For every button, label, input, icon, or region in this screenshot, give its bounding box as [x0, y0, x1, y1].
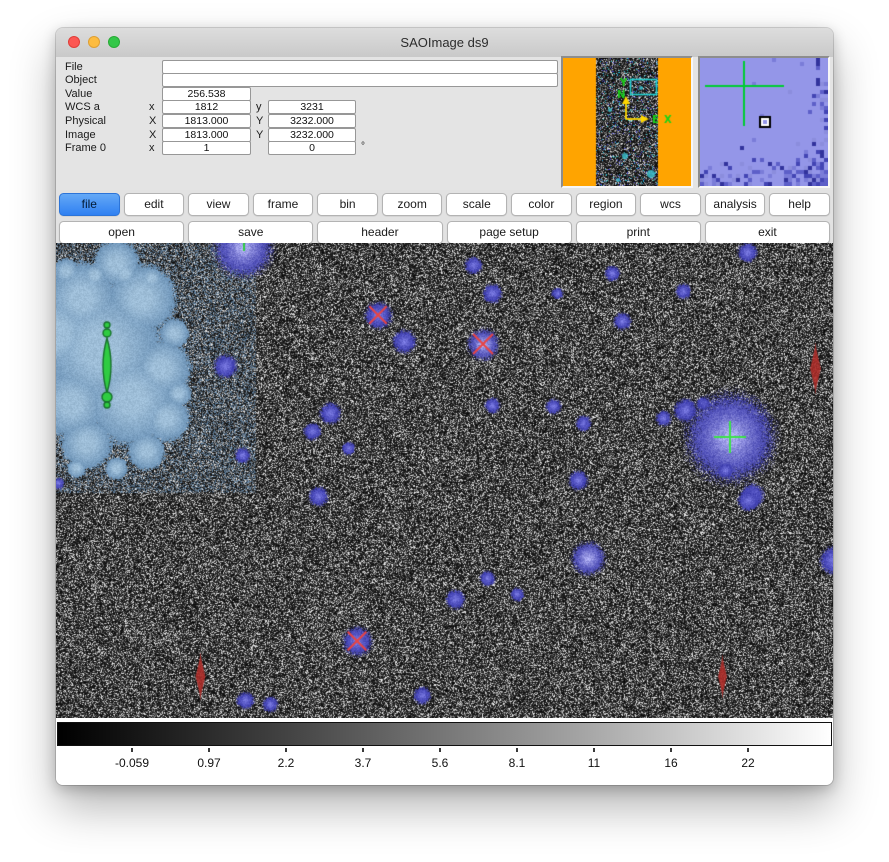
colorbar-tick-label: -0.059 [97, 756, 167, 770]
colorbar-tick-label: 16 [636, 756, 706, 770]
menu-button-wcs[interactable]: wcs [640, 193, 701, 216]
menu-button-region[interactable]: region [576, 193, 637, 216]
colorbar-tick-label: 2.2 [251, 756, 321, 770]
degree-suffix: ° [361, 141, 365, 152]
menu-button-exit[interactable]: exit [705, 221, 830, 244]
colorbar-tick [131, 748, 133, 752]
info-field[interactable]: 3232.000 [268, 128, 356, 142]
info-field[interactable]: 1813.000 [162, 128, 251, 142]
menu-button-page-setup[interactable]: page setup [447, 221, 572, 244]
colorbar-tick [285, 748, 287, 752]
menu-button-header[interactable]: header [317, 221, 442, 244]
info-row-physical: Physical X 1813.000 Y 3232.000 [56, 114, 561, 128]
colorbar-tick [670, 748, 672, 752]
axis-label: y [256, 101, 262, 113]
info-row-wcs-a: WCS a x 1812 y 3231 [56, 100, 561, 114]
colorbar-tick-label: 5.6 [405, 756, 475, 770]
colorbar-tick-label: 0.97 [174, 756, 244, 770]
axis-label: Y [256, 129, 263, 141]
info-row-image: Image X 1813.000 Y 3232.000 [56, 128, 561, 142]
menu-button-file[interactable]: file [59, 193, 120, 216]
info-row-label: Physical [65, 115, 106, 127]
colorbar-tick [593, 748, 595, 752]
panner-canvas[interactable] [563, 58, 691, 186]
info-field[interactable]: 0 [268, 141, 356, 155]
menu-bar: fileeditviewframebinzoomscalecolorregion… [56, 190, 833, 243]
colorbar-tick [516, 748, 518, 752]
colorbar-tick-label: 22 [713, 756, 783, 770]
info-row-label: Value [65, 88, 92, 100]
menu-button-save[interactable]: save [188, 221, 313, 244]
magnifier-canvas [700, 58, 828, 186]
info-row-frame-0: Frame 0 x1 0 ° [56, 141, 561, 155]
colorbar-tick-label: 8.1 [482, 756, 552, 770]
axis-label: Y [256, 115, 263, 127]
menu-button-bin[interactable]: bin [317, 193, 378, 216]
info-row-label: Frame 0 [65, 142, 106, 154]
info-field[interactable]: 256.538 [162, 87, 251, 101]
menu-button-color[interactable]: color [511, 193, 572, 216]
menu-row-primary: fileeditviewframebinzoomscalecolorregion… [56, 193, 833, 216]
menu-button-frame[interactable]: frame [253, 193, 314, 216]
axis-label: x [149, 142, 155, 154]
colorbar-tick [362, 748, 364, 752]
info-field[interactable]: 1812 [162, 100, 251, 114]
menu-row-secondary: opensaveheaderpage setupprintexit [56, 221, 833, 244]
axis-label: X [149, 115, 156, 127]
axis-label: X [149, 129, 156, 141]
menu-button-zoom[interactable]: zoom [382, 193, 443, 216]
info-field[interactable] [162, 60, 558, 74]
panner-frame [561, 56, 693, 188]
menu-button-scale[interactable]: scale [446, 193, 507, 216]
image-display-canvas[interactable] [56, 243, 833, 718]
info-field[interactable]: 3231 [268, 100, 356, 114]
menu-button-open[interactable]: open [59, 221, 184, 244]
info-row-label: WCS a [65, 101, 100, 113]
window-title: SAOImage ds9 [56, 28, 833, 57]
info-row-label: Object [65, 74, 97, 86]
colorbar-tick-label: 11 [559, 756, 629, 770]
colorbar-tick [747, 748, 749, 752]
colorbar-panel: -0.059 0.97 2.2 3.7 5.6 8.1 11 16 22 [56, 718, 833, 785]
info-row-label: File [65, 61, 83, 73]
info-field[interactable]: 1813.000 [162, 114, 251, 128]
ds9-window: SAOImage ds9 FileObjectValue256.538WCS a… [56, 28, 833, 785]
info-row-object: Object [56, 73, 561, 87]
menu-button-analysis[interactable]: analysis [705, 193, 766, 216]
desktop: SAOImage ds9 FileObjectValue256.538WCS a… [0, 0, 889, 862]
title-bar[interactable]: SAOImage ds9 [56, 28, 833, 58]
axis-label: x [149, 101, 155, 113]
menu-button-edit[interactable]: edit [124, 193, 185, 216]
colorbar-tick-label: 3.7 [328, 756, 398, 770]
info-row-file: File [56, 60, 561, 74]
colorbar-gradient[interactable] [57, 722, 832, 746]
info-field[interactable] [162, 73, 558, 87]
menu-button-view[interactable]: view [188, 193, 249, 216]
menu-button-print[interactable]: print [576, 221, 701, 244]
magnifier-frame [698, 56, 830, 188]
info-row-value: Value 256.538 [56, 87, 561, 101]
info-field[interactable]: 3232.000 [268, 114, 356, 128]
info-field[interactable]: 1 [162, 141, 251, 155]
info-row-label: Image [65, 129, 96, 141]
colorbar-tick [439, 748, 441, 752]
menu-button-help[interactable]: help [769, 193, 830, 216]
colorbar-tick [208, 748, 210, 752]
